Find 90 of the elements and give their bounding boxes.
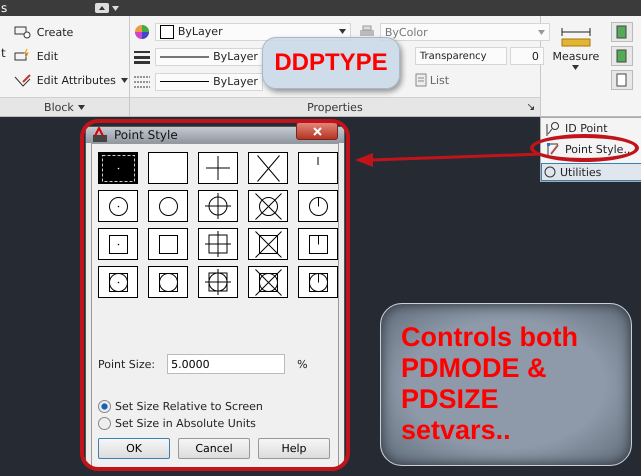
ruler-icon — [560, 28, 591, 48]
point-style-icon — [158, 196, 178, 216]
point-style-icon — [158, 272, 178, 292]
point-style-option[interactable] — [198, 228, 238, 260]
point-style-icon — [108, 234, 128, 254]
ribbon-button[interactable]: Edit Attributes — [14, 70, 128, 92]
lineweight-dropdown[interactable]: ByLayer — [154, 48, 263, 66]
point-style-option[interactable] — [248, 228, 288, 260]
dialog-button[interactable]: Cancel — [178, 438, 250, 459]
menu-text: s — [1, 1, 8, 15]
point-style-option[interactable] — [248, 266, 288, 298]
point-style-icon — [206, 156, 230, 180]
point-style-icon — [308, 272, 328, 292]
point-magnifier-icon — [545, 120, 561, 136]
transparency-field[interactable]: 0 — [510, 47, 544, 65]
point-style-option[interactable] — [198, 190, 238, 222]
menu-item[interactable]: ID Point — [541, 118, 641, 139]
tag-pencil-icon — [14, 72, 32, 89]
point-style-option[interactable] — [198, 152, 238, 184]
point-style-option[interactable] — [198, 266, 238, 298]
point-style-icon — [308, 234, 328, 254]
caret-icon — [572, 65, 580, 70]
dialog-button[interactable]: Help — [258, 438, 330, 459]
point-style-icon — [254, 268, 282, 296]
dialog-launcher-icon[interactable] — [528, 104, 534, 110]
quick-access-button[interactable] — [95, 2, 122, 14]
point-style-icon — [308, 196, 328, 216]
close-button[interactable] — [296, 122, 338, 140]
select-cycle-icon[interactable] — [610, 46, 633, 66]
ribbon-button-label[interactable]: t — [1, 46, 6, 97]
point-style-icon — [158, 234, 178, 254]
color-dropdown[interactable]: ByLayer — [154, 22, 351, 40]
point-style-option[interactable] — [148, 266, 188, 298]
point-style-option[interactable] — [98, 228, 138, 260]
point-style-icon — [205, 193, 231, 219]
point-style-option[interactable] — [148, 152, 188, 184]
menu-item[interactable]: Point Style... — [541, 139, 641, 160]
point-style-icon — [256, 154, 280, 182]
selected-point-style-icon — [102, 154, 134, 182]
block-create-icon — [14, 24, 32, 40]
point-style-icon — [205, 269, 231, 295]
point-style-option[interactable] — [248, 152, 288, 184]
calculator-icon[interactable] — [610, 70, 633, 90]
point-style-option[interactable] — [298, 190, 338, 222]
plot-style-dropdown[interactable]: ByColor — [380, 23, 550, 41]
point-style-option[interactable] — [98, 266, 138, 298]
color-wheel-icon — [134, 24, 150, 40]
dialog-title: Point Style — [114, 128, 179, 142]
field-label: Point Size: — [98, 358, 156, 370]
app-logo-icon — [92, 127, 108, 143]
point-style-option[interactable] — [98, 152, 138, 184]
point-style-icon — [254, 192, 282, 220]
point-style-option[interactable] — [148, 228, 188, 260]
quick-select-icon[interactable] — [610, 22, 633, 42]
panel-title[interactable]: Properties — [307, 100, 363, 114]
point-style-icon — [205, 231, 231, 257]
point-style-option[interactable] — [298, 228, 338, 260]
list-icon — [414, 73, 427, 87]
ribbon-button[interactable]: Edit — [14, 45, 128, 68]
linetype-icon — [134, 74, 150, 88]
size-option[interactable]: Set Size Relative to Screen — [98, 400, 332, 413]
dialog-button[interactable]: OK — [98, 438, 170, 459]
point-size-field[interactable]: 5.0000 — [167, 354, 286, 374]
caret-icon — [338, 29, 346, 34]
point-style-option[interactable] — [298, 266, 338, 298]
caret-icon — [78, 104, 85, 110]
point-style-option[interactable] — [98, 190, 138, 222]
transparency-dropdown[interactable]: Transparency — [414, 47, 507, 65]
ribbon-button[interactable]: Create — [14, 21, 128, 44]
close-icon — [312, 126, 322, 136]
command-text: DDPTYPE — [274, 49, 388, 77]
point-style-option[interactable] — [248, 190, 288, 222]
brush-icon — [545, 142, 561, 158]
caret-icon — [538, 30, 545, 34]
point-style-option[interactable] — [298, 152, 338, 184]
printer-icon — [358, 25, 375, 39]
caret-icon — [120, 78, 128, 84]
point-style-icon — [108, 196, 128, 216]
list-button[interactable]: List — [414, 69, 450, 91]
linetype-dropdown[interactable]: ByLayer — [154, 72, 263, 90]
unit-label: % — [297, 358, 308, 370]
annotation-text: Controls both PDMODE & PDSIZE setvars.. — [401, 322, 579, 446]
point-style-icon — [254, 230, 282, 258]
panel-title[interactable]: Utilities — [541, 163, 641, 181]
point-style-icon — [108, 272, 128, 292]
lineweight-icon — [134, 50, 150, 64]
point-style-option[interactable] — [148, 190, 188, 222]
caret-icon — [112, 6, 120, 10]
size-option[interactable]: Set Size in Absolute Units — [98, 417, 332, 430]
circle-icon — [544, 166, 556, 178]
